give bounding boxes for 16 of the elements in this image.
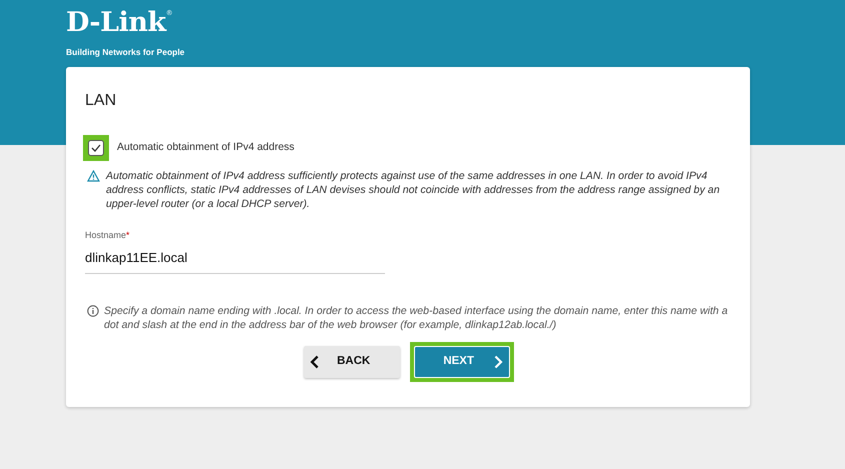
required-mark: * [126,230,130,240]
checkbox[interactable] [88,140,104,156]
logo-tagline: Building Networks for People [66,47,185,57]
warning-text: Automatic obtainment of IPv4 address sufficiently protects against use of the same addresses in one LAN. In order to avoid IPv4 address conflicts, static IPv4 addresses of LAN devises should not coincide with addresses from the address range assigned by an upper-level router (or a local DHCP server). [106,169,721,211]
chevron-left-icon [310,354,319,368]
info-icon [87,304,99,316]
next-button[interactable]: NEXT [414,346,510,378]
field-label: Hostname [85,230,126,240]
back-button[interactable]: BACK [304,346,400,378]
chevron-right-icon [494,354,503,368]
card-title: LAN [85,91,116,111]
info-text: Specify a domain name ending with .local. In order to access the web-based interface using the domain name, enter this name with a dot and slash at the end in the address bar of the web browser (for example, dlinkap12ab.local./) [104,304,729,332]
logo-wordmark: D-Link [66,10,166,35]
check-icon [91,144,101,152]
checkbox-label: Automatic obtainment of IPv4 address [117,140,294,156]
warning-icon [87,170,100,182]
